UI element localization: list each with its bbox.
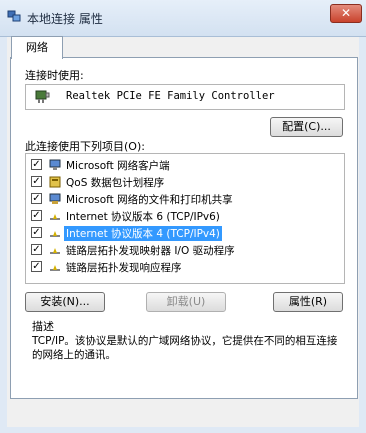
- uninstall-button[interactable]: 卸载(U): [146, 292, 226, 312]
- protocol-icon: [50, 265, 60, 271]
- checkbox[interactable]: ✓: [31, 244, 42, 255]
- window-title: 本地连接 属性: [27, 12, 103, 26]
- list-item[interactable]: ✓ Microsoft 网络客户端: [26, 157, 344, 173]
- protocol-icon: [50, 248, 60, 254]
- list-item[interactable]: ✓ QoS 数据包计划程序: [26, 174, 344, 190]
- connect-using-label: 连接时使用:: [25, 69, 84, 82]
- list-item[interactable]: ✓ 链路层拓扑发现映射器 I/O 驱动程序: [26, 242, 344, 258]
- item-label: 链路层拓扑发现响应程序: [66, 262, 182, 274]
- checkbox[interactable]: ✓: [31, 193, 42, 204]
- item-label: QoS 数据包计划程序: [66, 177, 165, 189]
- description-label: 描述: [32, 320, 54, 333]
- tab-network[interactable]: 网络: [11, 36, 63, 59]
- list-item[interactable]: ✓ Internet 协议版本 6 (TCP/IPv6): [26, 208, 344, 224]
- close-button[interactable]: ✕: [330, 4, 362, 23]
- install-button[interactable]: 安装(N)...: [25, 292, 105, 312]
- checkbox[interactable]: ✓: [31, 159, 42, 170]
- protocol-icon: [50, 214, 60, 220]
- item-label: Microsoft 网络客户端: [66, 160, 170, 172]
- item-label: Internet 协议版本 4 (TCP/IPv4): [64, 226, 222, 241]
- item-label: Internet 协议版本 6 (TCP/IPv6): [66, 211, 220, 223]
- list-item-selected[interactable]: ✓ Internet 协议版本 4 (TCP/IPv4): [26, 225, 344, 241]
- item-label: 链路层拓扑发现映射器 I/O 驱动程序: [66, 245, 235, 257]
- protocol-icon: [50, 231, 60, 237]
- file-sharing-icon: [49, 193, 61, 204]
- checkbox[interactable]: ✓: [31, 210, 42, 221]
- network-client-icon: [49, 159, 61, 170]
- checkbox[interactable]: ✓: [31, 261, 42, 272]
- qos-icon: [49, 176, 61, 188]
- list-item[interactable]: ✓ Microsoft 网络的文件和打印机共享: [26, 191, 344, 207]
- device-name: Realtek PCIe FE Family Controller: [66, 90, 275, 102]
- network-adapter-icon: [35, 90, 50, 103]
- checkbox[interactable]: ✓: [31, 227, 42, 238]
- properties-button[interactable]: 属性(R): [273, 292, 343, 312]
- description-text: TCP/IP。该协议是默认的广域网络协议，它提供在不同的相互连接的网络上的通讯。: [32, 335, 338, 361]
- network-connection-icon: [7, 10, 21, 22]
- item-label: Microsoft 网络的文件和打印机共享: [66, 194, 233, 206]
- list-item[interactable]: ✓ 链路层拓扑发现响应程序: [26, 259, 344, 275]
- items-label: 此连接使用下列项目(O):: [25, 140, 145, 153]
- components-list[interactable]: ✓ Microsoft 网络客户端 ✓ QoS 数据包计划程序 ✓ Micros…: [25, 153, 345, 284]
- configure-button[interactable]: 配置(C)...: [270, 117, 343, 137]
- device-box: Realtek PCIe FE Family Controller: [25, 84, 345, 110]
- checkbox[interactable]: ✓: [31, 176, 42, 187]
